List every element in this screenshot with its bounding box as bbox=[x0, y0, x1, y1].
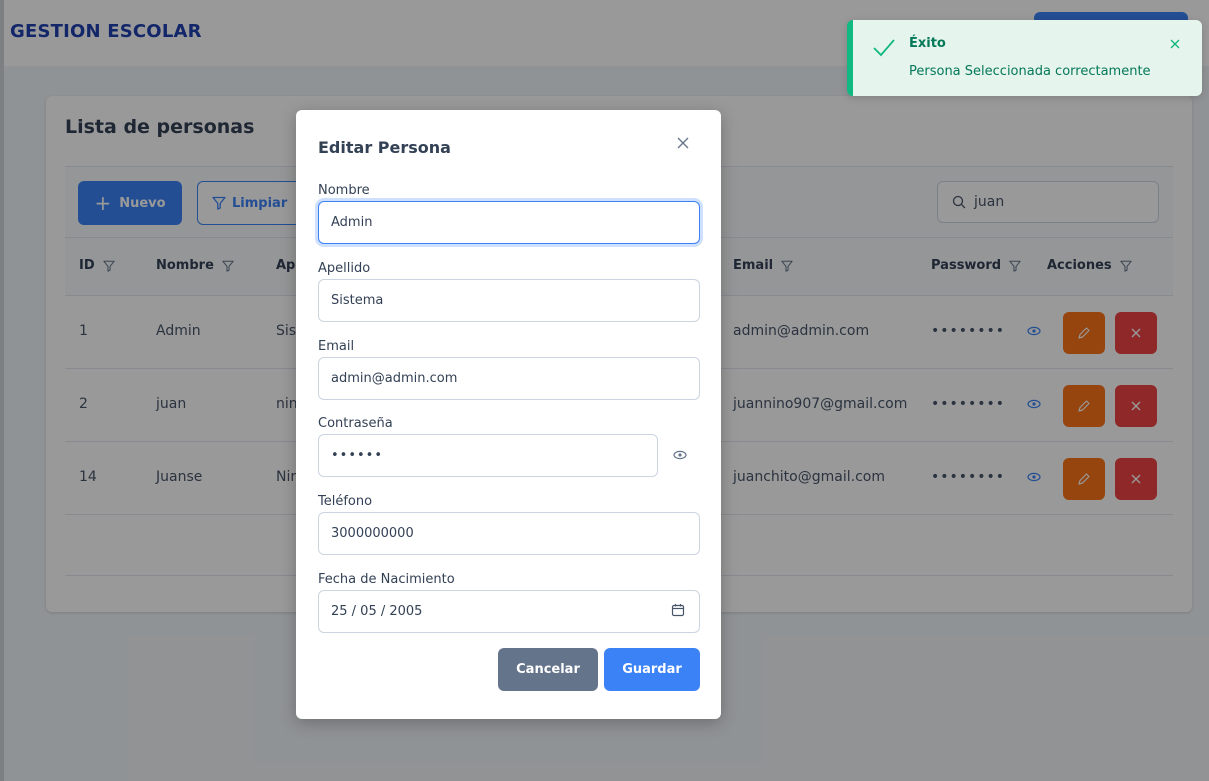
cancel-button[interactable]: Cancelar bbox=[498, 648, 598, 691]
fecha-field[interactable]: 25 / 05 / 2005 bbox=[318, 590, 700, 633]
dialog-title: Editar Persona bbox=[318, 138, 451, 157]
email-label: Email bbox=[318, 339, 355, 354]
nombre-label: Nombre bbox=[318, 183, 370, 198]
telefono-value: 3000000000 bbox=[331, 526, 414, 541]
password-field[interactable]: •••••• bbox=[318, 434, 658, 477]
check-icon bbox=[871, 34, 897, 60]
edit-person-dialog: Editar Persona Nombre Admin Apellido Sis… bbox=[296, 110, 721, 719]
fecha-label: Fecha de Nacimiento bbox=[318, 572, 455, 587]
nombre-value: Admin bbox=[331, 215, 373, 230]
email-field[interactable]: admin@admin.com bbox=[318, 357, 700, 400]
telefono-field[interactable]: 3000000000 bbox=[318, 512, 700, 555]
password-value: •••••• bbox=[331, 448, 384, 463]
close-icon[interactable] bbox=[676, 136, 690, 150]
nombre-field[interactable]: Admin bbox=[318, 201, 700, 244]
toast-message: Persona Seleccionada correctamente bbox=[909, 64, 1151, 79]
email-value: admin@admin.com bbox=[331, 371, 458, 386]
calendar-icon[interactable] bbox=[671, 603, 685, 617]
toast-title: Éxito bbox=[909, 36, 946, 51]
apellido-field[interactable]: Sistema bbox=[318, 279, 700, 322]
fecha-value: 25 / 05 / 2005 bbox=[331, 604, 423, 619]
telefono-label: Teléfono bbox=[318, 494, 373, 509]
eye-icon[interactable] bbox=[673, 450, 687, 460]
close-icon[interactable] bbox=[1169, 38, 1181, 50]
success-toast: Éxito Persona Seleccionada correctamente bbox=[847, 20, 1202, 96]
save-button[interactable]: Guardar bbox=[604, 648, 700, 691]
apellido-value: Sistema bbox=[331, 293, 384, 308]
apellido-label: Apellido bbox=[318, 261, 371, 276]
password-label: Contraseña bbox=[318, 416, 393, 431]
